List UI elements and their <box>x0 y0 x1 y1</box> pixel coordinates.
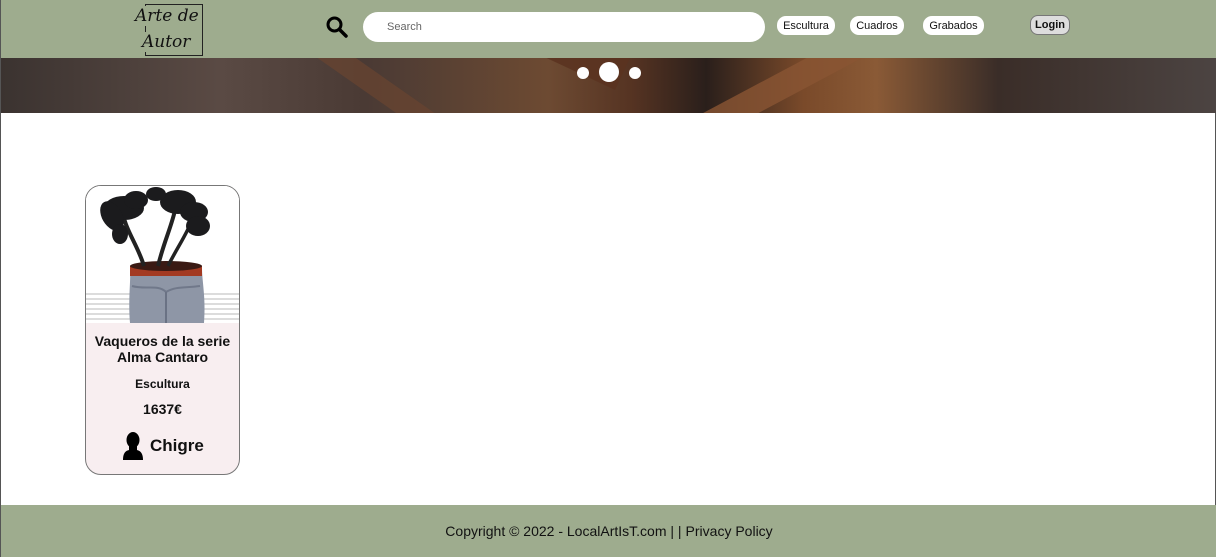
site-footer: Copyright © 2022 - LocalArtIsT.com | | P… <box>1 505 1216 557</box>
site-header: Arte de Autor Escultura Cuadros Grabados… <box>1 0 1216 58</box>
login-button[interactable]: Login <box>1030 15 1070 35</box>
nav-escultura-button[interactable]: Escultura <box>777 16 835 35</box>
site-logo[interactable]: Arte de Autor <box>128 2 218 56</box>
logo-text-line1: Arte de <box>133 6 201 26</box>
page: Arte de Autor Escultura Cuadros Grabados… <box>0 0 1216 557</box>
carousel-dot[interactable] <box>629 67 641 79</box>
logo-text-line2: Autor <box>140 32 193 52</box>
search-input[interactable] <box>363 12 765 42</box>
product-card[interactable]: Vaqueros de la serie Alma Cantaro Escult… <box>85 185 240 475</box>
product-artist[interactable]: Chigre <box>122 432 204 460</box>
carousel-dot-active[interactable] <box>599 62 619 82</box>
footer-copyright: Copyright © 2022 - LocalArtIsT.com | | <box>445 523 682 539</box>
person-silhouette-icon <box>122 432 144 460</box>
search-icon[interactable] <box>325 15 349 39</box>
artist-name: Chigre <box>150 436 204 455</box>
nav-cuadros-button[interactable]: Cuadros <box>850 16 904 35</box>
product-price: 1637€ <box>143 401 182 417</box>
carousel-indicators <box>1 58 1216 88</box>
privacy-policy-link[interactable]: Privacy Policy <box>686 523 773 539</box>
product-title: Vaqueros de la serie Alma Cantaro <box>94 333 231 365</box>
product-image <box>86 186 239 323</box>
product-category: Escultura <box>135 377 190 391</box>
carousel-dot[interactable] <box>577 67 589 79</box>
nav-grabados-button[interactable]: Grabados <box>923 16 984 35</box>
